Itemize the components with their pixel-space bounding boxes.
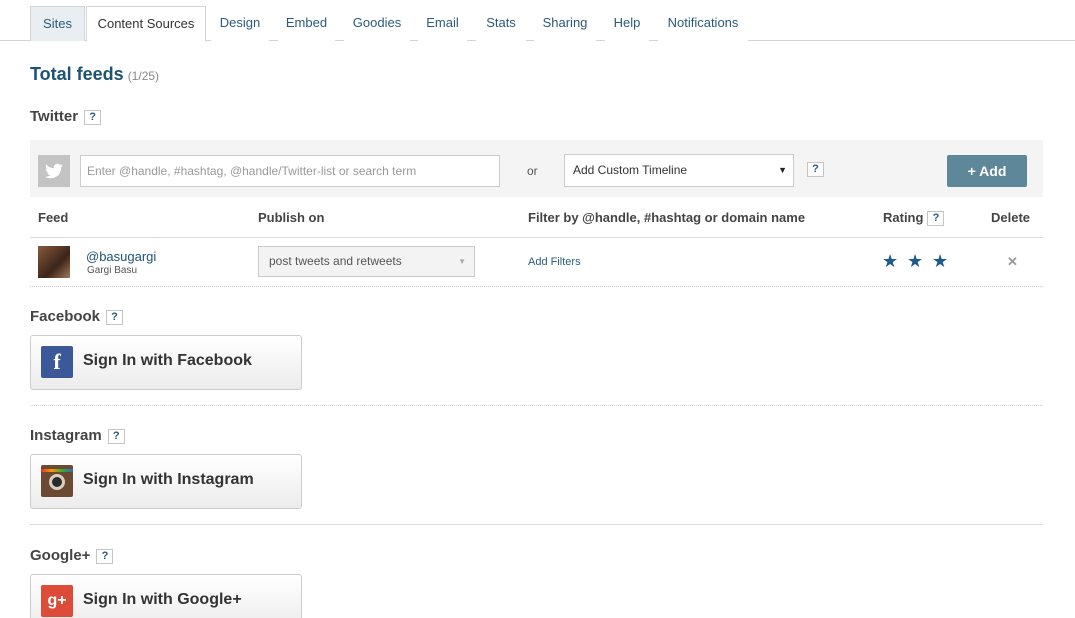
table-header-divider	[30, 237, 1043, 238]
total-feeds-title: Total feeds	[30, 64, 124, 84]
col-filter: Filter by @handle, #hashtag or domain na…	[528, 210, 806, 225]
facebook-heading: Facebook?	[30, 308, 124, 325]
tab-stats[interactable]: Stats	[476, 6, 526, 41]
col-publish-on: Publish on	[258, 210, 325, 225]
googleplus-heading: Google+?	[30, 547, 114, 564]
tab-content-sources[interactable]: Content Sources	[86, 6, 206, 42]
instagram-icon	[41, 465, 73, 497]
tab-notifications[interactable]: Notifications	[658, 6, 748, 41]
instagram-signin-button[interactable]: Sign In with Instagram	[30, 454, 302, 509]
tab-goodies[interactable]: Goodies	[344, 6, 410, 41]
avatar	[38, 246, 70, 278]
instagram-heading-label: Instagram	[30, 427, 102, 444]
delete-feed-icon[interactable]: ✕	[1007, 254, 1018, 270]
tab-bar: Sites Content Sources Design Embed Goodi…	[0, 0, 1075, 42]
twitter-help-icon[interactable]: ?	[84, 109, 102, 125]
googleplus-heading-label: Google+	[30, 547, 91, 564]
tab-email[interactable]: Email	[418, 6, 467, 41]
rating-star-icon[interactable]: ★	[882, 251, 898, 271]
section-divider	[30, 405, 1043, 406]
twitter-heading: Twitter?	[30, 108, 102, 125]
add-filters-link[interactable]: Add Filters	[528, 256, 581, 268]
facebook-icon: f	[41, 346, 73, 378]
tab-sites[interactable]: Sites	[30, 6, 85, 41]
feed-name: Gargi Basu	[87, 265, 138, 276]
google-plus-icon: g+	[41, 585, 73, 617]
col-delete: Delete	[991, 210, 1031, 225]
dropdown-caret-icon: ▼	[458, 257, 466, 266]
facebook-signin-label: Sign In with Facebook	[83, 352, 252, 369]
or-label: or	[527, 164, 538, 178]
feed-handle[interactable]: @basugargi	[86, 249, 156, 264]
col-rating: Rating?	[883, 210, 945, 227]
custom-timeline-select[interactable]: Add Custom Timeline ▼	[564, 154, 794, 187]
facebook-signin-button[interactable]: f Sign In with Facebook	[30, 335, 302, 390]
custom-timeline-value: Add Custom Timeline	[573, 163, 688, 177]
add-feed-button[interactable]: + Add	[947, 155, 1027, 187]
twitter-search-input[interactable]	[80, 155, 500, 187]
total-feeds-count: (1/25)	[127, 69, 160, 83]
facebook-heading-label: Facebook	[30, 308, 101, 325]
googleplus-signin-button[interactable]: g+ Sign In with Google+	[30, 574, 302, 618]
googleplus-help-icon[interactable]: ?	[96, 548, 114, 564]
rating-help-icon[interactable]: ?	[927, 211, 945, 227]
publish-on-value: post tweets and retweets	[269, 254, 402, 268]
rating-star-icon[interactable]: ★	[932, 251, 948, 271]
rating-star-icon[interactable]: ★	[907, 251, 923, 271]
googleplus-signin-label: Sign In with Google+	[83, 591, 242, 608]
dropdown-arrow-icon: ▼	[778, 165, 787, 175]
publish-on-select[interactable]: post tweets and retweets ▼	[258, 246, 475, 277]
col-feed: Feed	[38, 210, 69, 225]
tab-help[interactable]: Help	[605, 6, 649, 41]
timeline-help-icon[interactable]: ?	[807, 162, 824, 177]
instagram-signin-label: Sign In with Instagram	[83, 471, 254, 488]
tab-sharing[interactable]: Sharing	[534, 6, 596, 41]
page-title: Total feeds (1/25)	[30, 64, 159, 85]
col-rating-label: Rating	[883, 210, 924, 225]
instagram-help-icon[interactable]: ?	[107, 428, 125, 444]
twitter-icon	[38, 155, 70, 187]
section-divider	[30, 524, 1043, 525]
tab-design[interactable]: Design	[211, 6, 269, 41]
tab-embed[interactable]: Embed	[278, 6, 335, 41]
twitter-add-bar: or Add Custom Timeline ▼ ? + Add	[30, 140, 1043, 197]
twitter-heading-label: Twitter	[30, 108, 79, 125]
row-divider	[30, 286, 1043, 287]
facebook-help-icon[interactable]: ?	[106, 309, 124, 325]
instagram-heading: Instagram?	[30, 427, 125, 444]
